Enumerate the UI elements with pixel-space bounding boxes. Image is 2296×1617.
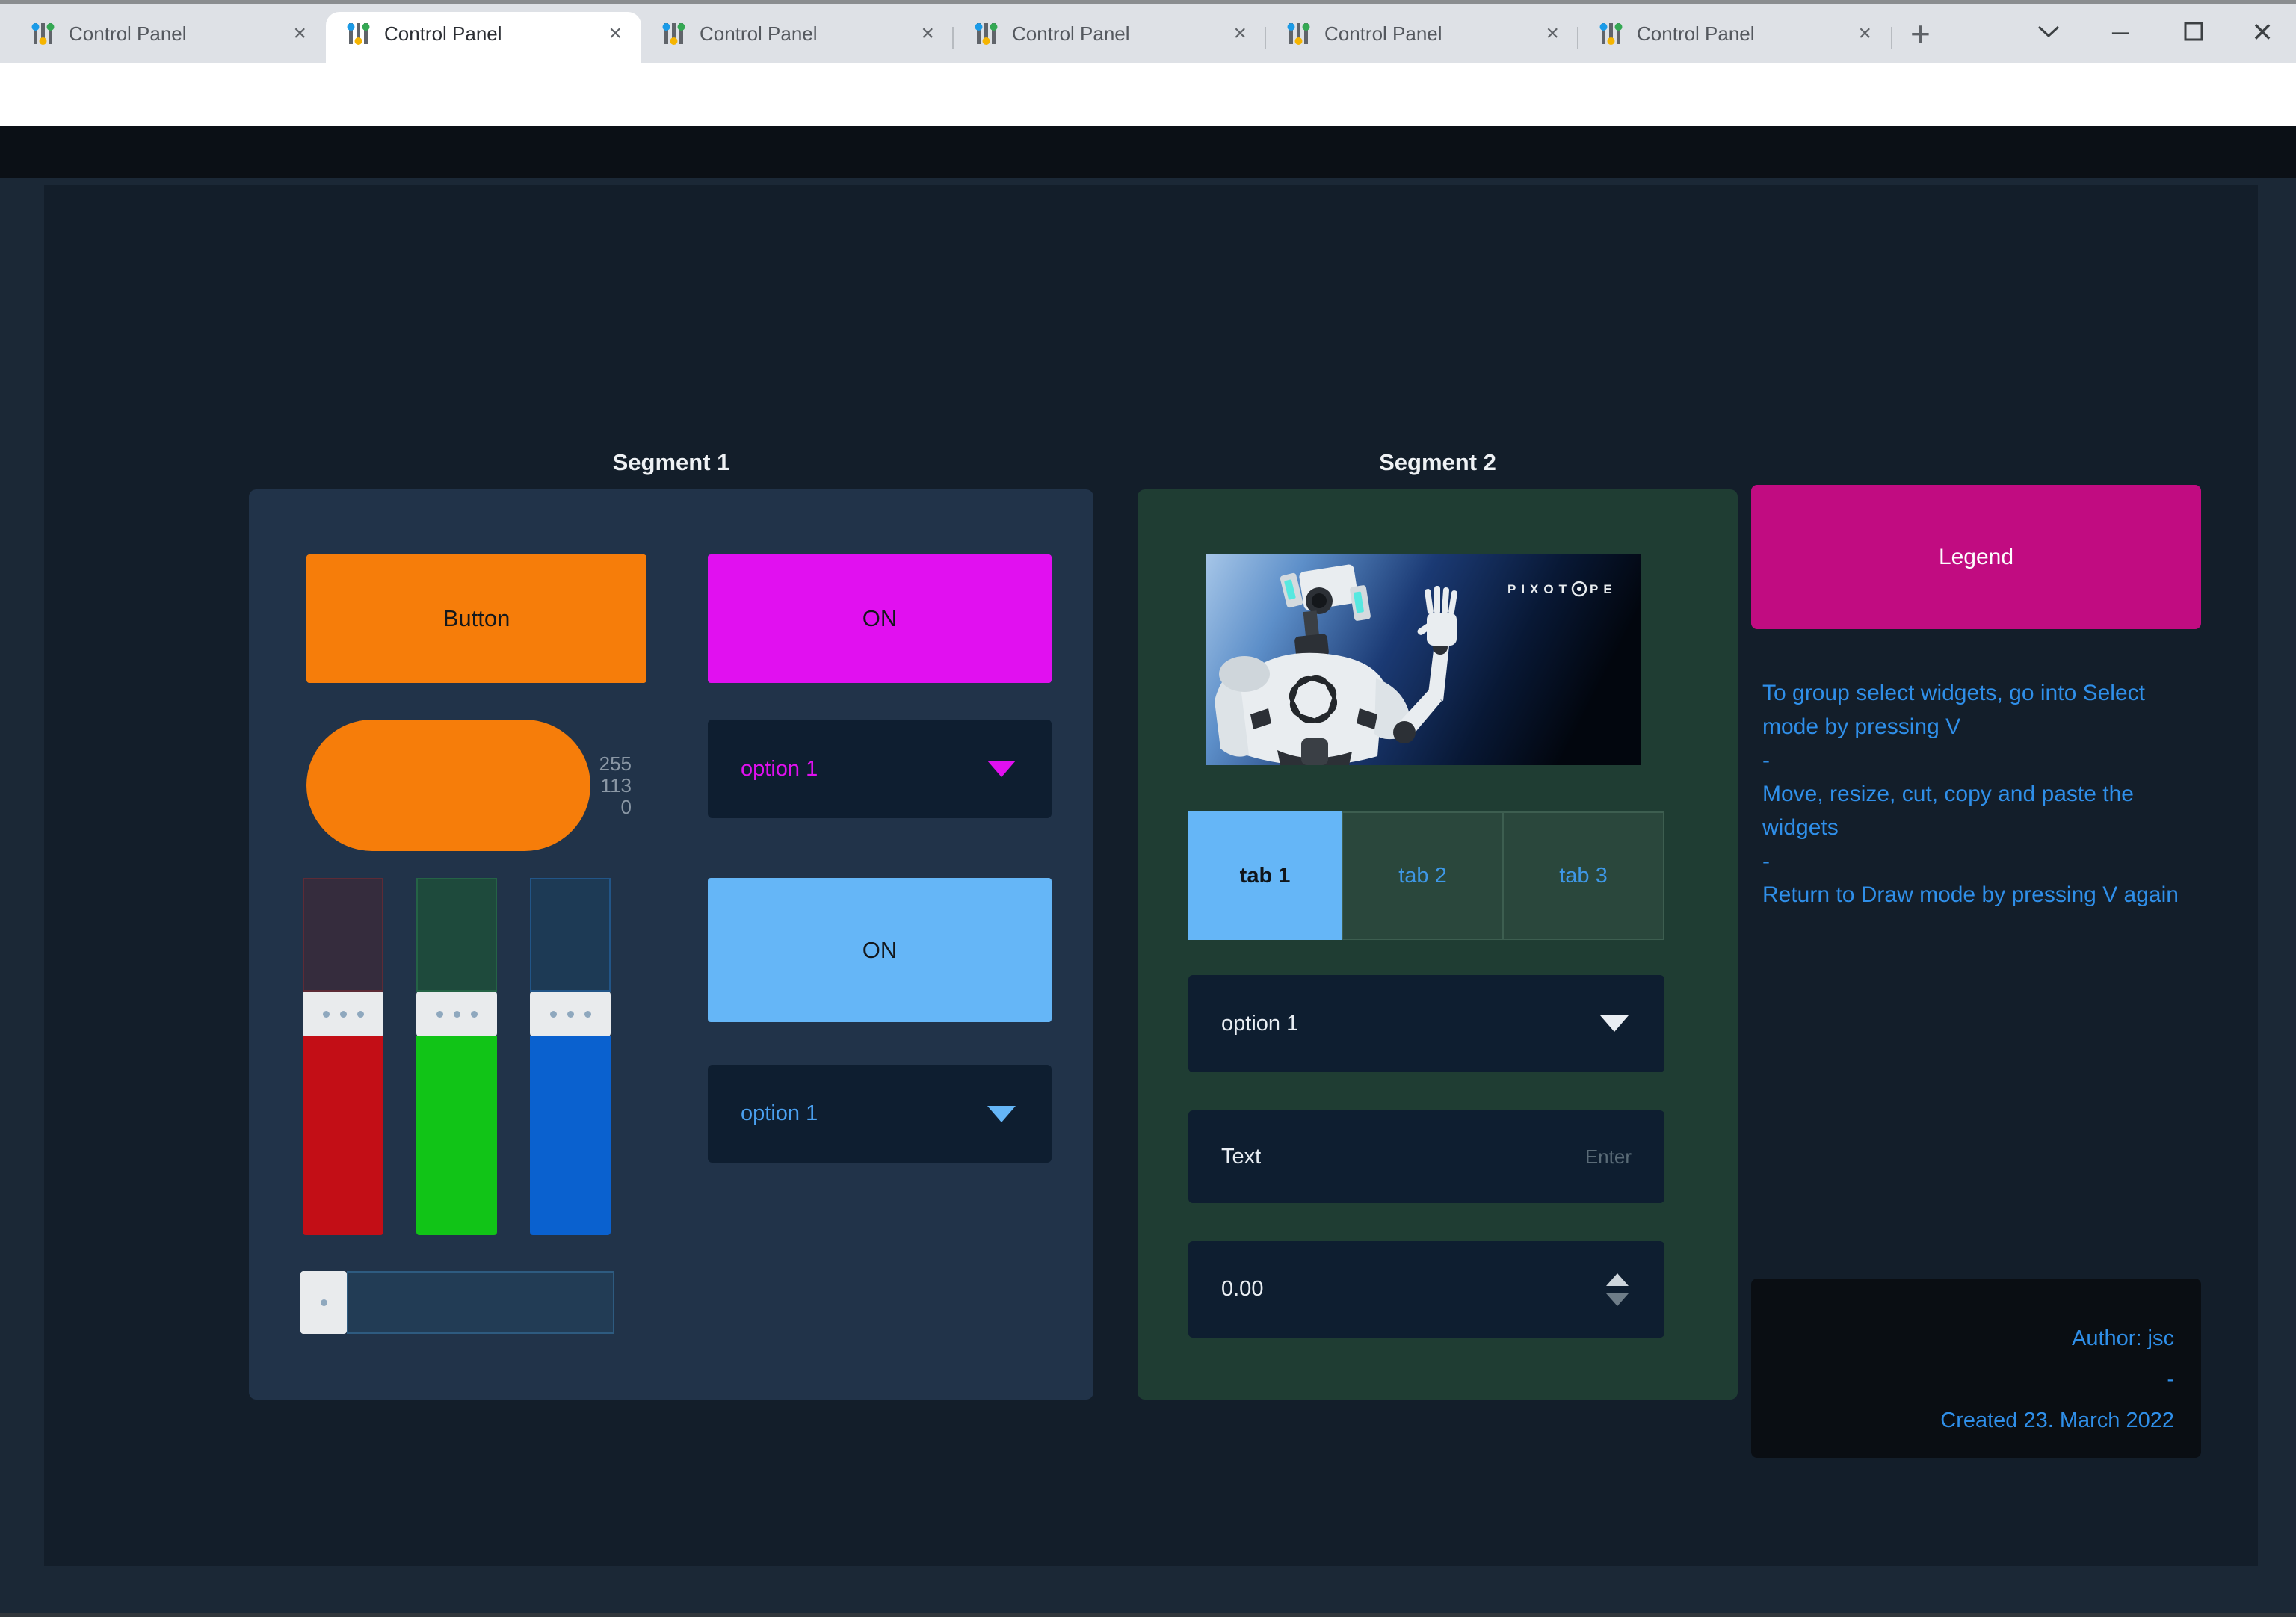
close-icon[interactable]: × xyxy=(293,22,306,45)
rgb-g-value: 113 xyxy=(548,775,632,797)
text-input-value: Text xyxy=(1221,1145,1261,1169)
close-window-button[interactable]: × xyxy=(2236,4,2289,58)
tab-3[interactable]: tab 3 xyxy=(1504,811,1664,940)
tab-1[interactable]: tab 1 xyxy=(1188,811,1342,940)
chevron-down-icon xyxy=(987,1106,1016,1122)
svg-text:PIXOT: PIXOT xyxy=(1507,582,1572,596)
segment2-title: Segment 2 xyxy=(1138,447,1738,478)
tab-title: Control Panel xyxy=(700,22,886,46)
browser-address-row: ← → Not secure 172.28.96.1:16211/#edit-d… xyxy=(0,63,2296,126)
pixotope-logo: PIXOT PE xyxy=(1507,582,1617,596)
green-slider-track[interactable] xyxy=(416,878,497,992)
minimize-button[interactable]: – xyxy=(2094,4,2147,58)
tab-separator xyxy=(1891,27,1892,49)
browser-tab[interactable]: Control Panel × xyxy=(1266,4,1578,63)
sliders-favicon-icon xyxy=(1598,21,1623,46)
browser-tab[interactable]: Control Panel × xyxy=(1578,4,1891,63)
tab-title: Control Panel xyxy=(1012,22,1199,46)
sliders-favicon-icon xyxy=(30,21,55,46)
horizontal-slider-track[interactable] xyxy=(347,1271,614,1334)
toggle-button-magenta[interactable]: ON xyxy=(708,554,1052,683)
close-icon[interactable]: × xyxy=(608,22,622,45)
green-slider-fill xyxy=(416,1036,497,1235)
help-line: Return to Draw mode by pressing V again xyxy=(1762,878,2185,912)
tab-title: Control Panel xyxy=(69,22,256,46)
rgb-readout: 255 113 0 xyxy=(548,753,632,818)
tab-separator xyxy=(952,27,954,49)
browser-tab[interactable]: Control Panel × xyxy=(954,4,1266,63)
browser-tab-active[interactable]: Control Panel × xyxy=(326,4,641,63)
blue-slider-fill xyxy=(530,1036,611,1235)
number-input[interactable]: 0.00 xyxy=(1188,1241,1664,1338)
toggle-button-blue[interactable]: ON xyxy=(708,878,1052,1022)
dropdown-value: option 1 xyxy=(741,757,818,782)
credits-box: Author: jsc - Created 23. March 2022 xyxy=(1751,1279,2201,1458)
browser-tab-strip: Control Panel × Control Panel × Control … xyxy=(0,4,2296,63)
number-stepper[interactable] xyxy=(1606,1273,1629,1306)
stepper-up-icon[interactable] xyxy=(1606,1273,1629,1286)
tab-title: Control Panel xyxy=(1324,22,1511,46)
separator-line: - xyxy=(2167,1359,2174,1400)
dropdown-white[interactable]: option 1 xyxy=(1188,975,1664,1072)
author-line: Author: jsc xyxy=(2072,1318,2174,1359)
chevron-down-icon[interactable] xyxy=(2022,4,2075,58)
close-icon[interactable]: × xyxy=(1546,22,1559,45)
legend-header: Legend xyxy=(1751,485,2201,629)
svg-text:PE: PE xyxy=(1590,582,1617,596)
dropdown-magenta[interactable]: option 1 xyxy=(708,720,1052,818)
number-value: 0.00 xyxy=(1221,1277,1263,1302)
new-tab-button[interactable]: + xyxy=(1910,13,1931,54)
rgb-b-value: 0 xyxy=(548,797,632,818)
robot-image: PIXOT PE xyxy=(1206,554,1641,765)
push-button[interactable]: Button xyxy=(306,554,646,683)
browser-tab[interactable]: Control Panel × xyxy=(641,4,954,63)
close-icon[interactable]: × xyxy=(1858,22,1871,45)
help-line: To group select widgets, go into Select … xyxy=(1762,676,2185,743)
blue-slider-handle[interactable] xyxy=(530,992,611,1036)
horizontal-slider-handle[interactable] xyxy=(300,1271,347,1334)
stepper-down-icon[interactable] xyxy=(1606,1293,1629,1306)
app-toolbar: Read: Write: xyxy=(0,126,2296,178)
tab-separator xyxy=(1265,27,1266,49)
tab-title: Control Panel xyxy=(1637,22,1824,46)
blue-slider-track[interactable] xyxy=(530,878,611,992)
red-slider-track[interactable] xyxy=(303,878,383,992)
maximize-button[interactable] xyxy=(2167,4,2220,58)
taskbar-edge xyxy=(0,1613,2296,1617)
chevron-down-icon xyxy=(987,761,1016,777)
sliders-favicon-icon xyxy=(661,21,686,46)
help-line: - xyxy=(1762,844,2185,878)
text-input[interactable]: Text Enter xyxy=(1188,1110,1664,1203)
close-icon[interactable]: × xyxy=(1233,22,1247,45)
rgb-r-value: 255 xyxy=(548,753,632,775)
text-input-placeholder: Enter xyxy=(1585,1145,1632,1169)
close-icon[interactable]: × xyxy=(921,22,934,45)
tab-title: Control Panel xyxy=(384,22,571,46)
legend-help-text: To group select widgets, go into Select … xyxy=(1762,676,2185,912)
chevron-down-icon xyxy=(1600,1015,1629,1032)
dropdown-value: option 1 xyxy=(1221,1012,1298,1036)
help-line: - xyxy=(1762,743,2185,777)
created-line: Created 23. March 2022 xyxy=(1940,1400,2174,1441)
tab-2[interactable]: tab 2 xyxy=(1342,811,1504,940)
sliders-favicon-icon xyxy=(345,21,371,46)
browser-tab[interactable]: Control Panel × xyxy=(10,4,326,63)
sliders-favicon-icon xyxy=(973,21,999,46)
dropdown-value: option 1 xyxy=(741,1101,818,1126)
help-line: Move, resize, cut, copy and paste the wi… xyxy=(1762,777,2185,844)
red-slider-handle[interactable] xyxy=(303,992,383,1036)
red-slider-fill xyxy=(303,1036,383,1235)
green-slider-handle[interactable] xyxy=(416,992,497,1036)
sliders-favicon-icon xyxy=(1286,21,1311,46)
tab-separator xyxy=(1577,27,1578,49)
segment1-title: Segment 1 xyxy=(249,447,1093,478)
dropdown-blue[interactable]: option 1 xyxy=(708,1065,1052,1163)
